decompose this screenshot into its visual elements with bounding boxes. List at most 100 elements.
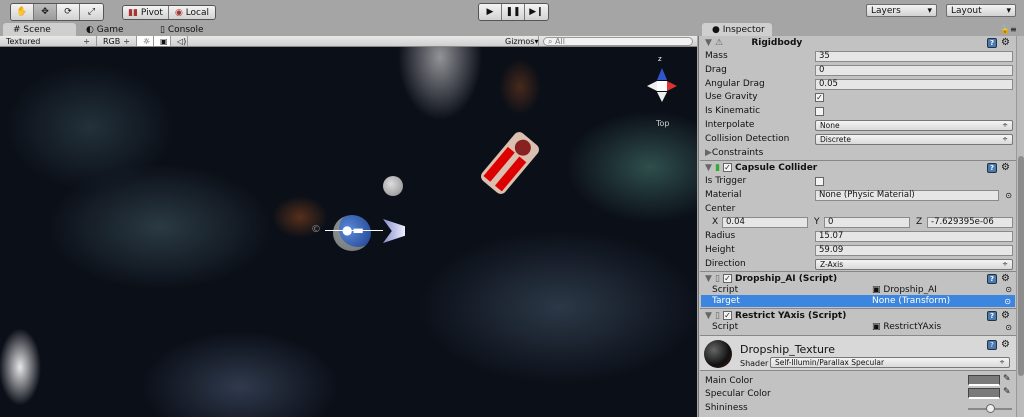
material-preview — [704, 340, 732, 368]
drag-field[interactable]: 0 — [815, 64, 1013, 76]
collision-detection-dropdown[interactable]: Discrete — [815, 133, 1013, 145]
move-tool-icon[interactable]: ✥ — [34, 4, 57, 20]
object-picker-icon[interactable]: ⊙ — [1005, 191, 1012, 200]
shader-dropdown[interactable]: Self-Illumin/Parallax Specular — [770, 357, 1010, 368]
use-gravity-checkbox[interactable]: ✓ — [815, 92, 824, 102]
moon-object[interactable] — [383, 176, 403, 196]
help-icon[interactable]: ? — [987, 311, 998, 321]
eyedropper-icon[interactable]: ✎ — [1003, 374, 1011, 384]
player-ship[interactable] — [383, 219, 405, 243]
hand-tool-icon[interactable]: ✋ — [11, 4, 34, 20]
render-mode-dropdown[interactable]: Textured ÷ — [0, 36, 97, 46]
gizmos-dropdown[interactable]: Gizmos ▾ — [499, 36, 539, 46]
rigidbody-header[interactable]: ▼ ⚠ Rigidbody? ⚙ — [700, 36, 1016, 50]
center-z-field[interactable]: -7.629395e-06 — [927, 216, 1013, 228]
tab-game[interactable]: ◐ Game — [76, 24, 124, 36]
script-field[interactable]: ▣ Dropship_AI — [872, 285, 937, 295]
help-icon[interactable]: ? — [987, 340, 998, 350]
lighting-toggle-icon[interactable]: ☼ — [137, 36, 154, 46]
tab-console-label: Console — [167, 25, 204, 35]
material-field[interactable]: None (Physic Material) — [815, 189, 999, 201]
use-gravity-label: Use Gravity — [705, 92, 758, 102]
inspector-scrollbar[interactable] — [1016, 36, 1024, 417]
gear-icon[interactable]: ⚙ — [1001, 163, 1010, 173]
gizmo-x-axis[interactable] — [667, 81, 682, 91]
gear-icon[interactable]: ⚙ — [1001, 38, 1010, 48]
target-field[interactable]: None (Transform) — [872, 296, 950, 306]
radius-field[interactable]: 15.07 — [815, 230, 1013, 242]
center-y-label: Y — [814, 217, 820, 227]
pause-icon[interactable]: ❚❚ — [502, 4, 525, 20]
gizmo-x-neg-axis[interactable] — [642, 81, 657, 91]
target-label: Target — [712, 296, 740, 306]
tab-scene[interactable]: # Scene — [3, 23, 76, 36]
specular-color-swatch[interactable] — [968, 388, 1000, 399]
target-row[interactable]: Target None (Transform) ⊙ — [701, 295, 1015, 307]
object-picker-icon[interactable]: ⊙ — [1005, 285, 1012, 294]
restrict-yaxis-header[interactable]: ▼ ▯ ✓ Restrict YAxis (Script)? ⚙ — [700, 308, 1016, 322]
audio-toggle-icon[interactable]: ◁) — [171, 36, 188, 46]
script-field[interactable]: ▣ RestrictYAxis — [872, 322, 941, 332]
angular-drag-field[interactable]: 0.05 — [815, 78, 1013, 90]
orientation-gizmo[interactable]: z Top — [640, 53, 686, 128]
color-mode-dropdown[interactable]: RGB ÷ — [97, 36, 137, 46]
mass-label: Mass — [705, 51, 728, 61]
step-icon[interactable]: ▶❙ — [525, 4, 548, 20]
gizmo-z-axis[interactable] — [657, 63, 667, 80]
audio-source-icon[interactable]: © — [311, 224, 321, 235]
shininess-slider-knob[interactable] — [985, 404, 995, 413]
dropship-ai-enabled-checkbox[interactable]: ✓ — [723, 274, 733, 283]
scene-viewport[interactable]: ●▬ © z Top — [0, 47, 697, 417]
camera-gizmo-icon[interactable]: ●▬ — [342, 223, 364, 237]
scene-search-input[interactable]: ⌕ All — [543, 36, 693, 46]
play-icon[interactable]: ▶ — [479, 4, 502, 20]
gizmo-z-neg-axis[interactable] — [657, 92, 667, 107]
lock-icon[interactable]: 🔒≡ — [1000, 25, 1017, 34]
main-color-swatch[interactable] — [968, 375, 1000, 386]
restrict-enabled-checkbox[interactable]: ✓ — [723, 311, 733, 320]
center-x-field[interactable]: 0.04 — [722, 216, 808, 228]
radius-label: Radius — [705, 231, 736, 241]
gizmo-z-label: z — [658, 55, 662, 63]
layers-dropdown[interactable]: Layers ▾ — [866, 4, 937, 17]
drag-label: Drag — [705, 65, 727, 75]
pivot-button[interactable]: ▮▮ Pivot — [123, 6, 169, 19]
dropship-ai-header[interactable]: ▼ ▯ ✓ Dropship_AI (Script)? ⚙ — [700, 271, 1016, 285]
is-kinematic-checkbox[interactable] — [815, 106, 824, 116]
shininess-slider[interactable] — [968, 404, 1012, 413]
center-label: Center — [705, 204, 736, 214]
scale-tool-icon[interactable]: ⤢ — [80, 4, 103, 20]
gear-icon[interactable]: ⚙ — [1001, 340, 1010, 350]
capsule-title: Capsule Collider — [735, 162, 818, 173]
gear-icon[interactable]: ⚙ — [1001, 311, 1010, 321]
help-icon[interactable]: ? — [987, 38, 998, 48]
local-button[interactable]: ◉ Local — [169, 6, 215, 19]
object-picker-icon[interactable]: ⊙ — [1004, 297, 1011, 306]
gear-icon[interactable]: ⚙ — [1001, 274, 1010, 284]
object-picker-icon[interactable]: ⊙ — [1005, 323, 1012, 332]
dropship-object[interactable] — [478, 129, 542, 197]
constraints-foldout[interactable]: ▶ Constraints — [700, 146, 1016, 160]
angular-drag-label: Angular Drag — [705, 79, 765, 89]
eyedropper-icon[interactable]: ✎ — [1003, 387, 1011, 397]
interpolate-dropdown[interactable]: None — [815, 119, 1013, 131]
direction-dropdown[interactable]: Z-Axis — [815, 258, 1013, 270]
help-icon[interactable]: ? — [987, 274, 998, 284]
layout-label: Layout — [951, 5, 982, 16]
rotate-tool-icon[interactable]: ⟳ — [57, 4, 80, 20]
material-header[interactable]: Dropship_Texture Shader Self-Illumin/Par… — [700, 335, 1016, 371]
layout-dropdown[interactable]: Layout ▾ — [946, 4, 1016, 17]
tab-inspector[interactable]: ● Inspector — [702, 23, 772, 36]
is-trigger-checkbox[interactable] — [815, 176, 824, 186]
image-toggle-icon[interactable]: ▣ — [154, 36, 171, 46]
capsule-collider-header[interactable]: ▼ ▮ ✓ Capsule Collider? ⚙ — [700, 160, 1016, 174]
capsule-enabled-checkbox[interactable]: ✓ — [723, 163, 733, 172]
height-field[interactable]: 59.09 — [815, 244, 1013, 256]
help-icon[interactable]: ? — [987, 163, 998, 173]
material-name: Dropship_Texture — [740, 343, 835, 356]
gizmo-center[interactable] — [657, 81, 667, 91]
center-y-field[interactable]: 0 — [824, 216, 910, 228]
tab-console[interactable]: ▯ Console — [150, 24, 204, 36]
shininess-label: Shininess — [705, 403, 748, 413]
mass-field[interactable]: 35 — [815, 50, 1013, 62]
